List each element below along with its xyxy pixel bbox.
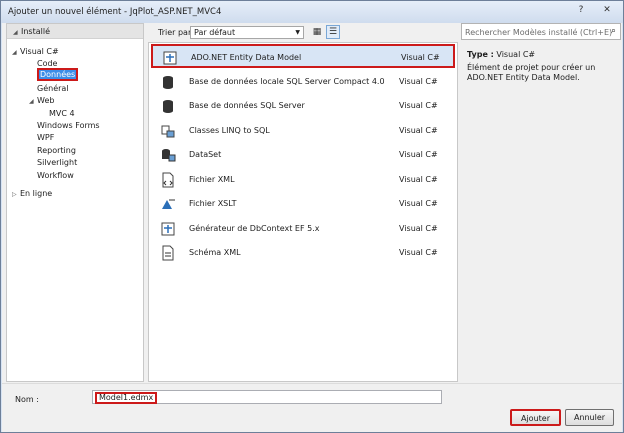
- tree-item-windows-forms[interactable]: Windows Forms: [37, 120, 100, 132]
- database-icon: [163, 76, 173, 89]
- xslt-icon: [162, 199, 175, 209]
- tree-header-installed[interactable]: ◢ Installé: [7, 24, 143, 39]
- type-line: Type : Visual C#: [467, 50, 535, 59]
- tree-item-wpf[interactable]: WPF: [37, 132, 54, 144]
- collapse-triangle-icon[interactable]: ◢: [29, 96, 37, 108]
- details-panel: Rechercher Modèles installé (Ctrl+E) ⌕ T…: [461, 23, 622, 382]
- chevron-down-icon: ▼: [295, 29, 300, 36]
- dialog-body: ◢ Installé ◢ Visual C# Code Données Généra…: [2, 23, 622, 432]
- title-bar: Ajouter un nouvel élément - JqPlot_ASP.N…: [1, 1, 623, 23]
- tree-item-visual-csharp[interactable]: ◢ Visual C#: [12, 46, 59, 58]
- cancel-button[interactable]: Annuler: [565, 409, 614, 426]
- template-language: Visual C#: [399, 101, 438, 110]
- tree-item-workflow[interactable]: Workflow: [37, 170, 74, 182]
- footer: Nom : Model1.edmx Ajouter Annuler: [2, 383, 622, 432]
- type-value: Visual C#: [496, 50, 536, 59]
- category-tree: ◢ Installé ◢ Visual C# Code Données Généra…: [6, 23, 144, 382]
- window-title: Ajouter un nouvel élément - JqPlot_ASP.N…: [8, 7, 222, 17]
- template-row[interactable]: Générateur de DbContext EF 5.x Visual C#: [151, 217, 455, 241]
- template-list: ADO.NET Entity Data Model Visual C# Base…: [148, 42, 458, 382]
- tree-item-label: Web: [37, 96, 55, 105]
- template-row[interactable]: DataSet Visual C#: [151, 143, 455, 167]
- template-language: Visual C#: [399, 150, 438, 159]
- tree-item-label: En ligne: [20, 189, 53, 198]
- search-input[interactable]: Rechercher Modèles installé (Ctrl+E) ⌕: [461, 23, 621, 40]
- tree-item-mvc4[interactable]: MVC 4: [49, 108, 75, 120]
- template-language: Visual C#: [401, 53, 440, 62]
- sort-value: Par défaut: [194, 28, 236, 37]
- help-button[interactable]: ?: [573, 4, 589, 18]
- template-row[interactable]: Schéma XML Visual C#: [151, 241, 455, 265]
- dataset-icon: [162, 149, 176, 162]
- tree-header-label: Installé: [21, 27, 51, 36]
- entity-model-icon: [163, 51, 177, 65]
- template-name: Fichier XML: [189, 175, 235, 184]
- xml-file-icon: [162, 172, 174, 188]
- generator-icon: [161, 222, 175, 236]
- template-row[interactable]: Classes LINQ to SQL Visual C#: [151, 119, 455, 143]
- template-row[interactable]: ADO.NET Entity Data Model Visual C#: [151, 44, 455, 68]
- tree-item-reporting[interactable]: Reporting: [37, 145, 76, 157]
- database-icon: [163, 100, 173, 113]
- template-name: Base de données SQL Server: [189, 101, 305, 110]
- tree-item-label: Données: [37, 68, 79, 81]
- template-description: Élément de projet pour créer un ADO.NET …: [467, 63, 596, 82]
- tree-item-web[interactable]: ◢ Web: [29, 95, 54, 107]
- template-language: Visual C#: [399, 248, 438, 257]
- tree-item-en-ligne[interactable]: ▷ En ligne: [12, 188, 52, 200]
- name-label: Nom :: [15, 395, 39, 404]
- search-placeholder: Rechercher Modèles installé (Ctrl+E): [465, 28, 613, 37]
- template-name: Base de données locale SQL Server Compac…: [189, 77, 385, 86]
- template-name: Classes LINQ to SQL: [189, 126, 270, 135]
- small-icons-view-icon[interactable]: ▦: [310, 25, 324, 39]
- template-name: DataSet: [189, 150, 222, 159]
- collapse-triangle-icon[interactable]: ◢: [12, 47, 20, 59]
- expand-triangle-icon[interactable]: ▷: [12, 189, 20, 201]
- list-view-icon[interactable]: ☰: [326, 25, 340, 39]
- template-language: Visual C#: [399, 199, 438, 208]
- search-icon[interactable]: ⌕: [611, 26, 616, 36]
- template-name: Fichier XSLT: [189, 199, 237, 208]
- collapse-triangle-icon[interactable]: ◢: [13, 25, 21, 40]
- template-language: Visual C#: [399, 126, 438, 135]
- template-row[interactable]: Base de données locale SQL Server Compac…: [151, 70, 455, 94]
- tree-item-donnees[interactable]: Données: [37, 68, 79, 81]
- tree-item-label: Visual C#: [20, 47, 59, 56]
- template-language: Visual C#: [399, 77, 438, 86]
- name-input[interactable]: Model1.edmx: [92, 390, 442, 404]
- sort-label: Trier par:: [158, 28, 194, 37]
- sort-dropdown[interactable]: Par défaut ▼: [190, 26, 304, 39]
- add-button[interactable]: Ajouter: [510, 409, 561, 426]
- template-name: Générateur de DbContext EF 5.x: [189, 224, 320, 233]
- template-row[interactable]: Fichier XML Visual C#: [151, 168, 455, 192]
- type-label: Type :: [467, 50, 494, 59]
- template-row[interactable]: Base de données SQL Server Visual C#: [151, 94, 455, 118]
- dialog-window: Ajouter un nouvel élément - JqPlot_ASP.N…: [0, 0, 624, 433]
- template-name: ADO.NET Entity Data Model: [191, 53, 302, 62]
- schema-icon: [162, 245, 174, 261]
- template-row[interactable]: Fichier XSLT Visual C#: [151, 192, 455, 216]
- template-name: Schéma XML: [189, 248, 241, 257]
- tree-item-general[interactable]: Général: [37, 83, 69, 95]
- tree-item-silverlight[interactable]: Silverlight: [37, 157, 77, 169]
- close-button[interactable]: ✕: [599, 4, 615, 18]
- template-language: Visual C#: [399, 224, 438, 233]
- sort-toolbar: Trier par: Par défaut ▼ ▦ ☰: [148, 23, 458, 42]
- template-language: Visual C#: [399, 175, 438, 184]
- linq-icon: [161, 125, 175, 138]
- name-value: Model1.edmx: [95, 392, 158, 404]
